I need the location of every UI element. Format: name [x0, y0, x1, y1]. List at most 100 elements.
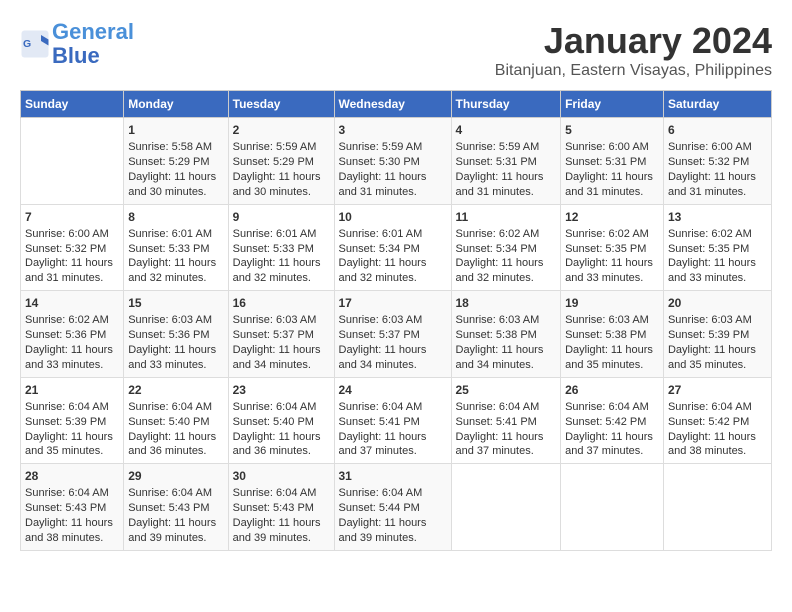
calendar-week-row: 28 Sunrise: 6:04 AM Sunset: 5:43 PM Dayligh…	[21, 464, 772, 551]
calendar-week-row: 21Sunrise: 6:04 AMSunset: 5:39 PMDayligh…	[21, 377, 772, 464]
day-number: 9	[233, 209, 330, 225]
daylight-text: Daylight: 11 hours and 30 minutes.	[128, 171, 216, 198]
day-number: 30	[233, 468, 330, 484]
sunrise-text: Sunrise: 6:03 AM	[456, 314, 540, 326]
sunrise-text: Sunrise: 6:04 AM	[128, 487, 212, 499]
day-number: 7	[25, 209, 119, 225]
day-number: 31	[339, 468, 447, 484]
calendar-cell: 3Sunrise: 5:59 AMSunset: 5:30 PMDaylight…	[334, 118, 451, 205]
calendar-cell: 6Sunrise: 6:00 AMSunset: 5:32 PMDaylight…	[663, 118, 771, 205]
sunset-text: Sunset: 5:41 PM	[339, 416, 420, 428]
calendar-cell: 19Sunrise: 6:03 AMSunset: 5:38 PMDayligh…	[561, 291, 664, 378]
sunrise-text: Sunrise: 5:59 AM	[456, 141, 540, 153]
day-number: 16	[233, 295, 330, 311]
location: Bitanjuan, Eastern Visayas, Philippines	[495, 62, 772, 80]
col-header-monday: Monday	[124, 91, 228, 118]
sunrise-text: Sunrise: 5:59 AM	[233, 141, 317, 153]
calendar-cell: 17Sunrise: 6:03 AMSunset: 5:37 PMDayligh…	[334, 291, 451, 378]
sunrise-text: Sunrise: 5:59 AM	[339, 141, 423, 153]
day-number: 25	[456, 382, 557, 398]
calendar-cell	[21, 118, 124, 205]
day-number: 5	[565, 122, 659, 138]
daylight-text: Daylight: 11 hours and 31 minutes.	[25, 257, 113, 284]
sunrise-text: Sunrise: 6:04 AM	[128, 401, 212, 413]
sunset-text: Sunset: 5:29 PM	[128, 156, 209, 168]
sunrise-text: Sunrise: 6:01 AM	[339, 228, 423, 240]
sunrise-text: Sunrise: 6:04 AM	[25, 487, 109, 499]
day-number: 29	[128, 468, 223, 484]
daylight-text: Daylight: 11 hours and 31 minutes.	[668, 171, 756, 198]
daylight-text: Daylight: 11 hours and 39 minutes.	[128, 517, 216, 544]
sunset-text: Sunset: 5:31 PM	[456, 156, 537, 168]
col-header-wednesday: Wednesday	[334, 91, 451, 118]
sunrise-text: Sunrise: 6:04 AM	[339, 487, 423, 499]
day-number: 19	[565, 295, 659, 311]
daylight-text: Daylight: 11 hours and 31 minutes.	[456, 171, 544, 198]
daylight-text: Daylight: 11 hours and 36 minutes.	[128, 431, 216, 458]
sunset-text: Sunset: 5:43 PM	[233, 502, 314, 514]
day-number: 1	[128, 122, 223, 138]
calendar-week-row: 14Sunrise: 6:02 AMSunset: 5:36 PMDayligh…	[21, 291, 772, 378]
calendar-cell: 18 Sunrise: 6:03 AM Sunset: 5:38 PM Dayligh…	[451, 291, 561, 378]
daylight-text: Daylight: 11 hours and 34 minutes.	[233, 344, 321, 371]
sunset-text: Sunset: 5:40 PM	[233, 416, 314, 428]
sunrise-text: Sunrise: 6:04 AM	[456, 401, 540, 413]
sunrise-text: Sunrise: 6:04 AM	[233, 401, 317, 413]
daylight-text: Daylight: 11 hours and 34 minutes.	[339, 344, 427, 371]
daylight-text: Daylight: 11 hours and 33 minutes.	[128, 344, 216, 371]
sunset-text: Sunset: 5:39 PM	[25, 416, 106, 428]
calendar-cell: 13Sunrise: 6:02 AMSunset: 5:35 PMDayligh…	[663, 204, 771, 291]
logo-text: GeneralBlue	[52, 20, 134, 68]
daylight-text: Daylight: 11 hours and 35 minutes.	[565, 344, 653, 371]
sunset-text: Sunset: 5:30 PM	[339, 156, 420, 168]
daylight-text: Daylight: 11 hours and 30 minutes.	[233, 171, 321, 198]
sunset-text: Sunset: 5:31 PM	[565, 156, 646, 168]
sunset-text: Sunset: 5:38 PM	[456, 329, 537, 341]
daylight-text: Daylight: 11 hours and 35 minutes.	[668, 344, 756, 371]
calendar-cell	[561, 464, 664, 551]
col-header-friday: Friday	[561, 91, 664, 118]
calendar-cell	[451, 464, 561, 551]
col-header-sunday: Sunday	[21, 91, 124, 118]
day-number: 18	[456, 295, 557, 311]
day-number: 27	[668, 382, 767, 398]
daylight-text: Daylight: 11 hours and 32 minutes.	[128, 257, 216, 284]
daylight-text: Daylight: 11 hours and 33 minutes.	[25, 344, 113, 371]
day-number: 4	[456, 122, 557, 138]
day-number: 13	[668, 209, 767, 225]
day-number: 28	[25, 468, 119, 484]
calendar-cell: 2Sunrise: 5:59 AMSunset: 5:29 PMDaylight…	[228, 118, 334, 205]
sunrise-text: Sunrise: 5:58 AM	[128, 141, 212, 153]
sunrise-text: Sunrise: 6:00 AM	[668, 141, 752, 153]
sunset-text: Sunset: 5:34 PM	[456, 243, 537, 255]
calendar-cell: 27Sunrise: 6:04 AMSunset: 5:42 PMDayligh…	[663, 377, 771, 464]
daylight-text: Daylight: 11 hours and 32 minutes.	[456, 257, 544, 284]
calendar-cell: 22Sunrise: 6:04 AMSunset: 5:40 PMDayligh…	[124, 377, 228, 464]
sunrise-text: Sunrise: 6:04 AM	[565, 401, 649, 413]
sunset-text: Sunset: 5:43 PM	[128, 502, 209, 514]
col-header-tuesday: Tuesday	[228, 91, 334, 118]
calendar-cell: 30Sunrise: 6:04 AMSunset: 5:43 PMDayligh…	[228, 464, 334, 551]
sunset-text: Sunset: 5:42 PM	[565, 416, 646, 428]
calendar-cell: 28Sunrise: 6:04 AMSunset: 5:43 PMDayligh…	[21, 464, 124, 551]
calendar-cell: 31Sunrise: 6:04 AMSunset: 5:44 PMDayligh…	[334, 464, 451, 551]
day-number: 10	[339, 209, 447, 225]
sunrise-text: Sunrise: 6:01 AM	[128, 228, 212, 240]
sunset-text: Sunset: 5:35 PM	[565, 243, 646, 255]
sunrise-text: Sunrise: 6:02 AM	[668, 228, 752, 240]
calendar-cell: 15Sunrise: 6:03 AMSunset: 5:36 PMDayligh…	[124, 291, 228, 378]
sunset-text: Sunset: 5:40 PM	[128, 416, 209, 428]
daylight-text: Daylight: 11 hours and 34 minutes.	[456, 344, 544, 371]
daylight-text: Daylight: 11 hours and 31 minutes.	[565, 171, 653, 198]
calendar-cell: 26Sunrise: 6:04 AMSunset: 5:42 PMDayligh…	[561, 377, 664, 464]
day-number: 24	[339, 382, 447, 398]
sunrise-text: Sunrise: 6:01 AM	[233, 228, 317, 240]
daylight-text: Daylight: 11 hours and 33 minutes.	[668, 257, 756, 284]
daylight-text: Daylight: 11 hours and 36 minutes.	[233, 431, 321, 458]
daylight-text: Daylight: 11 hours and 38 minutes.	[668, 431, 756, 458]
logo-icon: G	[20, 29, 50, 59]
calendar-cell: 5 Sunrise: 6:00 AM Sunset: 5:31 PM Daylight…	[561, 118, 664, 205]
day-number: 11	[456, 209, 557, 225]
sunrise-text: Sunrise: 6:00 AM	[565, 141, 649, 153]
calendar-cell: 21Sunrise: 6:04 AMSunset: 5:39 PMDayligh…	[21, 377, 124, 464]
